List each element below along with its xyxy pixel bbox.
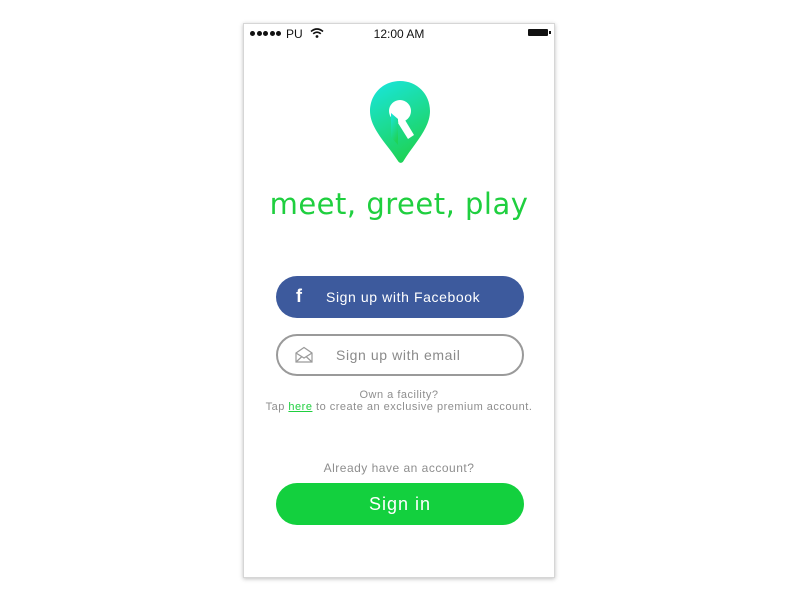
phone-screen: PU 12:00 AM meet, greet, play f Sign up … — [243, 23, 555, 578]
facebook-icon: f — [296, 286, 303, 306]
status-bar: PU 12:00 AM — [244, 24, 554, 44]
facility-tap-suffix: to create an exclusive premium account. — [316, 401, 533, 413]
facility-instruction: Tap here to create an exclusive premium … — [244, 401, 554, 413]
envelope-icon — [295, 346, 313, 363]
existing-account-prompt: Already have an account? — [323, 461, 475, 475]
email-signup-button[interactable]: Sign up with email — [276, 334, 524, 376]
map-pin-logo-icon — [370, 81, 430, 163]
premium-account-link[interactable]: here — [288, 401, 312, 413]
battery-icon — [528, 29, 551, 36]
sign-in-button[interactable]: Sign in — [276, 483, 524, 525]
stage: PU 12:00 AM meet, greet, play f Sign up … — [0, 0, 800, 600]
sign-in-label: Sign in — [368, 493, 432, 514]
facebook-signup-button[interactable]: f Sign up with Facebook — [276, 276, 524, 318]
facebook-signup-label: Sign up with Facebook — [326, 289, 481, 305]
status-time: 12:00 AM — [373, 27, 425, 41]
facility-tap-prefix: Tap — [265, 401, 285, 413]
brand-tagline: meet, greet, play — [269, 187, 529, 221]
email-signup-label: Sign up with email — [336, 347, 461, 363]
facility-question: Own a facility? — [359, 389, 439, 401]
